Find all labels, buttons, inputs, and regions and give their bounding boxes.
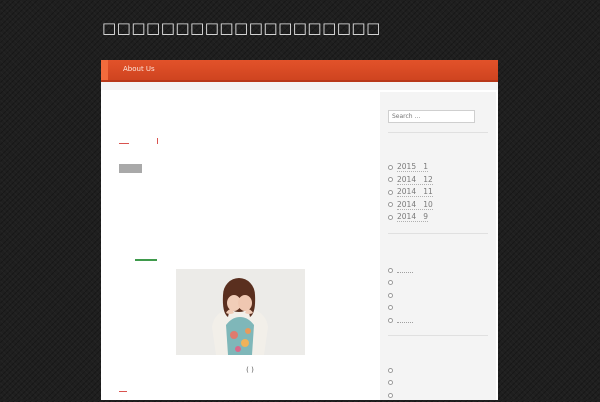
bullet-icon bbox=[388, 177, 393, 183]
search-input[interactable] bbox=[388, 110, 475, 123]
sidebar-divider bbox=[388, 132, 488, 133]
archive-year: 2014 bbox=[397, 174, 417, 184]
archive-link[interactable]: 2014 9 bbox=[397, 212, 429, 223]
list-item[interactable] bbox=[388, 377, 397, 390]
archive-year: 2014 bbox=[397, 199, 417, 209]
nav-edge-accent bbox=[101, 60, 108, 80]
bullet-icon bbox=[388, 367, 393, 373]
bullet-icon bbox=[388, 305, 393, 311]
woman-photo-illustration bbox=[176, 269, 305, 355]
archive-month: 10 bbox=[423, 199, 433, 209]
list-item[interactable] bbox=[388, 364, 397, 377]
list-item[interactable] bbox=[388, 314, 413, 327]
archive-month: 12 bbox=[423, 174, 433, 184]
archive-link[interactable]: 2014 11 bbox=[397, 187, 433, 198]
bullet-icon bbox=[388, 280, 393, 286]
bullet-icon bbox=[388, 202, 393, 208]
archive-item: 2014 11 bbox=[388, 186, 433, 199]
sidebar-divider bbox=[388, 233, 488, 234]
archive-month: 11 bbox=[423, 187, 433, 197]
archive-link[interactable]: 2014 12 bbox=[397, 175, 433, 185]
archive-year: 2014 bbox=[397, 187, 417, 197]
bullet-icon bbox=[388, 292, 393, 298]
archive-link[interactable]: 2014 10 bbox=[397, 200, 433, 210]
archive-item: 2014 12 bbox=[388, 174, 433, 187]
bullet-icon bbox=[388, 380, 393, 386]
bullet-icon bbox=[388, 317, 393, 323]
post-footer-underline bbox=[119, 391, 127, 392]
main-navigation: About Us bbox=[101, 60, 498, 82]
section-heading-underline bbox=[135, 259, 157, 261]
bullet-icon bbox=[388, 164, 393, 170]
bullet-icon bbox=[388, 214, 393, 220]
archive-item: 2015 1 bbox=[388, 161, 433, 174]
featured-image[interactable] bbox=[176, 269, 305, 355]
recent-comments-list bbox=[388, 364, 397, 402]
post-link[interactable] bbox=[397, 271, 413, 274]
image-caption: ( ) bbox=[246, 366, 254, 374]
archive-year: 2014 bbox=[397, 212, 417, 222]
content-top-strip bbox=[101, 82, 498, 90]
site-title[interactable]: □□□□□□□□□□□□□□□□□□□ bbox=[102, 19, 502, 37]
archive-month: 1 bbox=[423, 162, 429, 172]
post-link[interactable] bbox=[397, 321, 413, 324]
list-item[interactable] bbox=[388, 277, 413, 290]
archive-month: 9 bbox=[423, 212, 429, 222]
list-item[interactable] bbox=[388, 302, 413, 315]
sidebar-divider bbox=[388, 335, 488, 336]
archive-link[interactable]: 2015 1 bbox=[397, 162, 429, 173]
bullet-icon bbox=[388, 189, 393, 195]
archive-year: 2015 bbox=[397, 162, 417, 172]
list-item[interactable] bbox=[388, 289, 413, 302]
archive-item: 2014 10 bbox=[388, 199, 433, 212]
recent-posts-list bbox=[388, 264, 413, 327]
bullet-icon bbox=[388, 392, 393, 398]
post-title-underline bbox=[119, 143, 129, 144]
sidebar: 2015 1 2014 12 2014 11 2014 10 2014 bbox=[380, 92, 496, 400]
post-meta-marker bbox=[157, 138, 158, 144]
bullet-icon bbox=[388, 267, 393, 273]
archive-list: 2015 1 2014 12 2014 11 2014 10 2014 9 bbox=[388, 161, 433, 224]
category-tag[interactable] bbox=[119, 164, 142, 173]
nav-item-about-us[interactable]: About Us bbox=[123, 65, 155, 73]
list-item[interactable] bbox=[388, 264, 413, 277]
archive-item: 2014 9 bbox=[388, 211, 433, 224]
